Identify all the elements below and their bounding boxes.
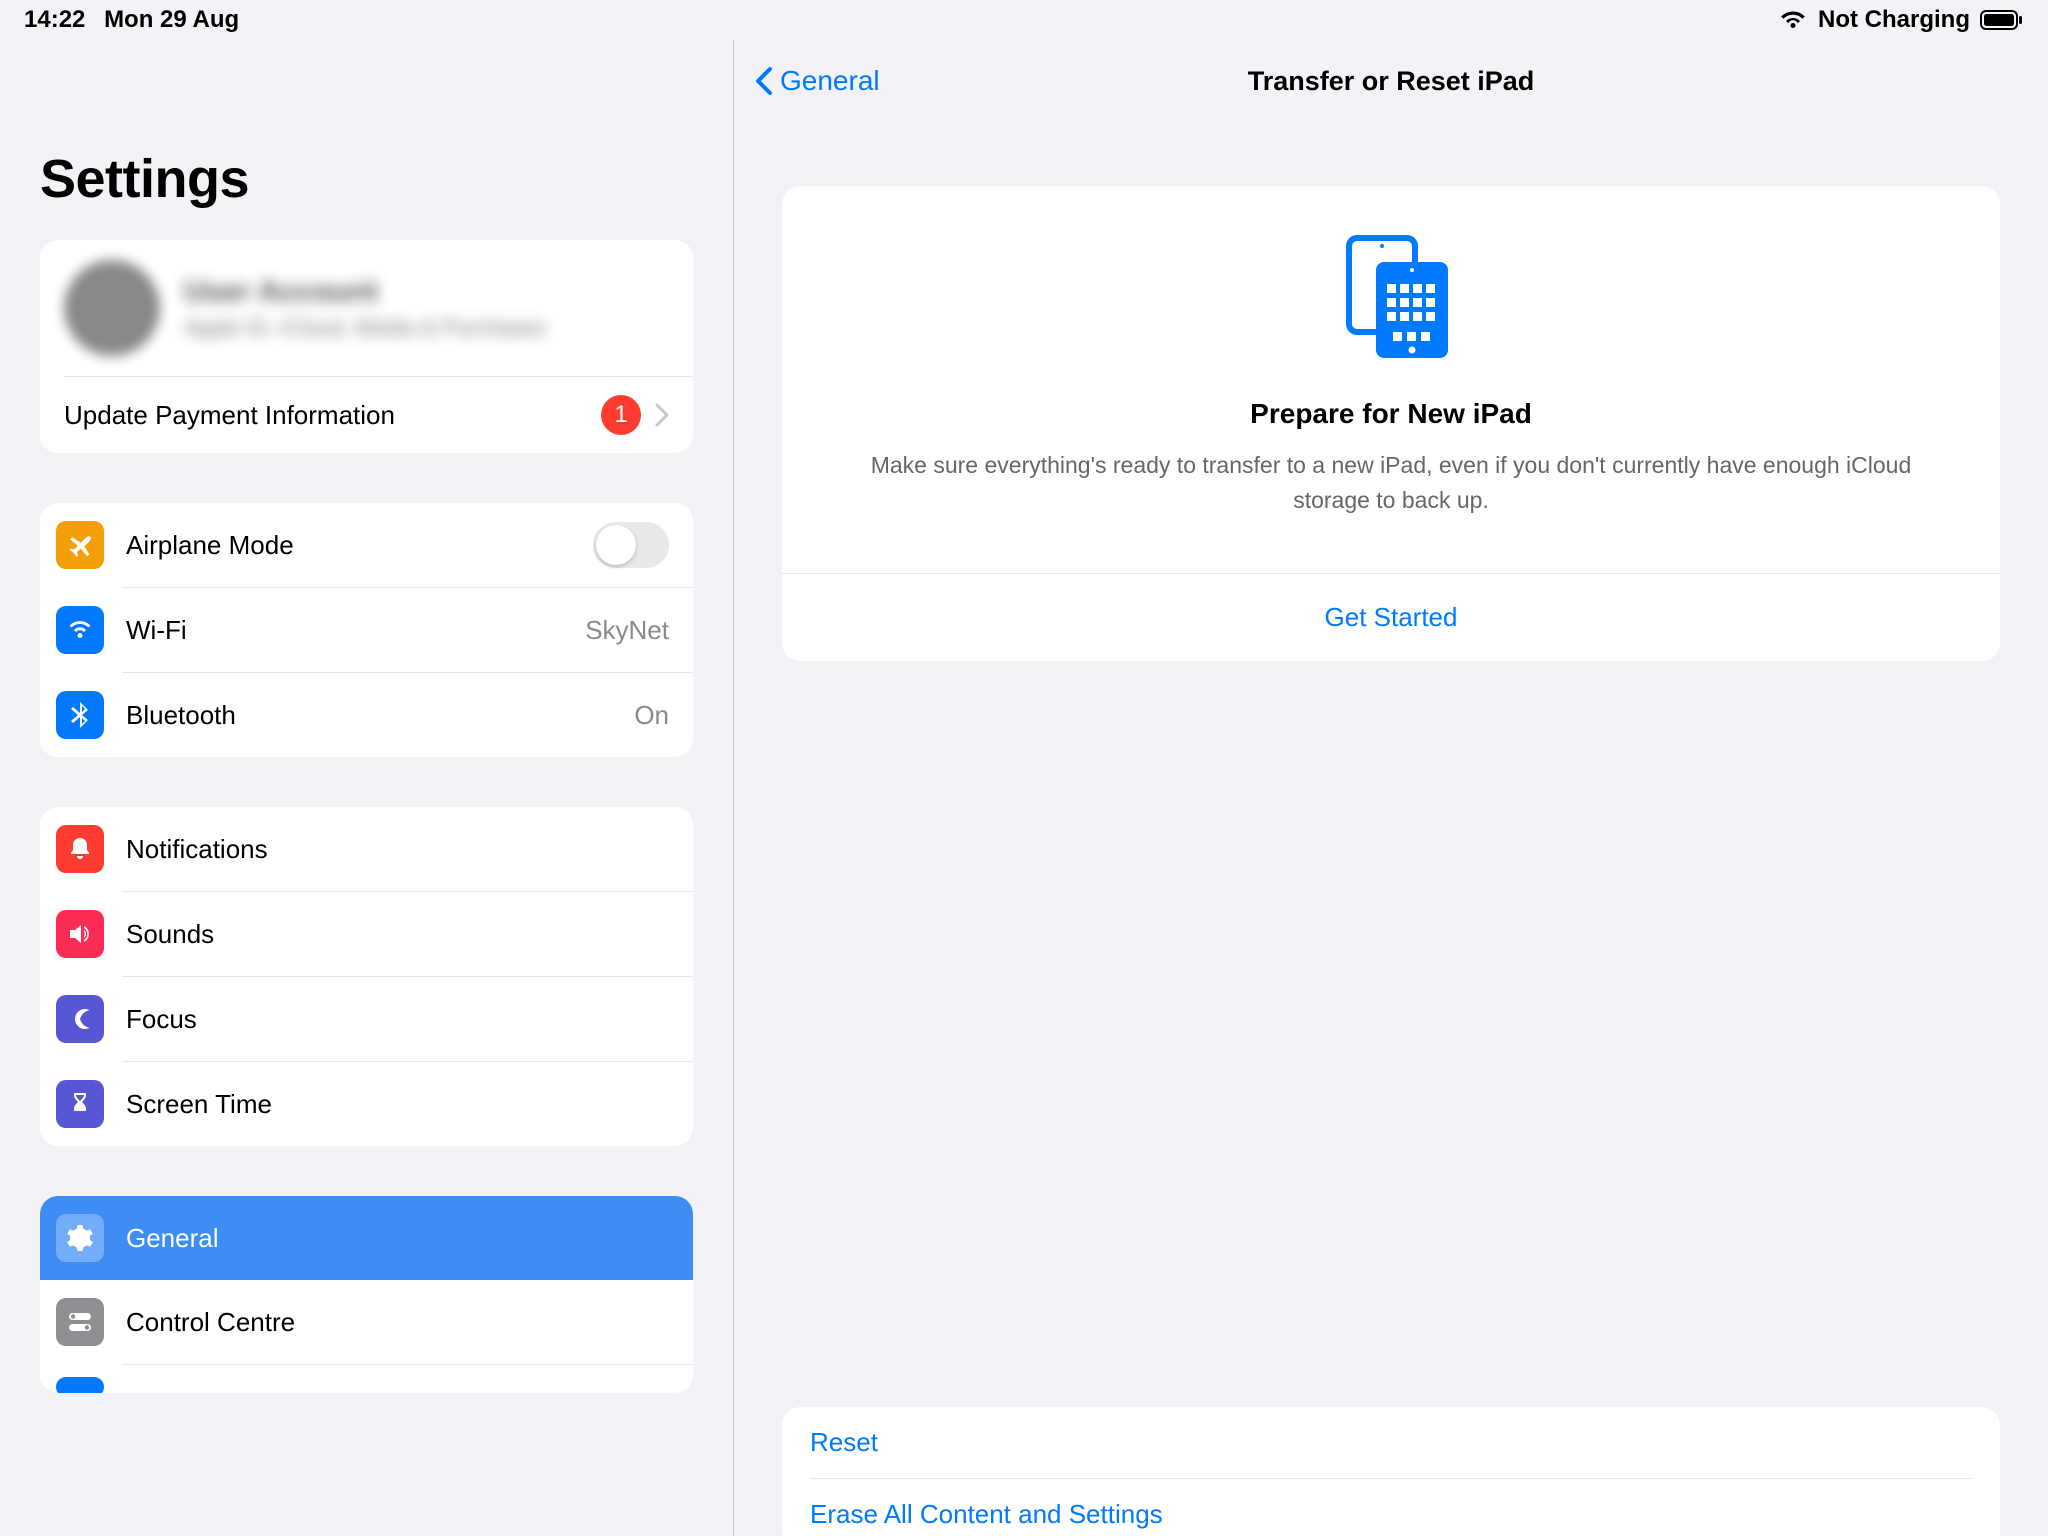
general-label: General xyxy=(126,1223,669,1254)
display-row-partial[interactable] xyxy=(40,1365,693,1393)
reset-button[interactable]: Reset xyxy=(782,1407,2000,1478)
profile-group: User Account Apple ID, iCloud, Media & P… xyxy=(40,240,693,453)
settings-title: Settings xyxy=(40,148,693,210)
bluetooth-value: On xyxy=(634,700,669,731)
detail-pane: General Transfer or Reset iPad xyxy=(734,40,2048,1536)
battery-icon xyxy=(1980,9,2024,31)
update-payment-label: Update Payment Information xyxy=(64,400,601,431)
reset-group: Reset Erase All Content and Settings xyxy=(782,1407,2000,1536)
display-icon xyxy=(56,1377,104,1393)
chevron-left-icon xyxy=(754,65,774,97)
screentime-label: Screen Time xyxy=(126,1089,669,1120)
status-battery-text: Not Charging xyxy=(1818,6,1970,34)
badge: 1 xyxy=(601,395,641,435)
avatar xyxy=(64,260,160,356)
screentime-row[interactable]: Screen Time xyxy=(40,1062,693,1146)
connectivity-group: Airplane Mode Wi-Fi SkyNet Bluetooth On xyxy=(40,503,693,757)
general-row[interactable]: General xyxy=(40,1196,693,1280)
airplane-toggle[interactable] xyxy=(593,522,669,568)
prepare-card: Prepare for New iPad Make sure everythin… xyxy=(782,186,2000,661)
airplane-icon xyxy=(56,521,104,569)
back-label: General xyxy=(780,65,880,97)
status-date: Mon 29 Aug xyxy=(104,6,239,33)
profile-subtitle: Apple ID, iCloud, Media & Purchases xyxy=(184,315,546,341)
wifi-icon xyxy=(1778,9,1808,31)
hourglass-icon xyxy=(56,1080,104,1128)
bluetooth-icon xyxy=(56,691,104,739)
back-button[interactable]: General xyxy=(734,65,880,97)
toggles-icon xyxy=(56,1298,104,1346)
erase-all-button[interactable]: Erase All Content and Settings xyxy=(782,1479,2000,1536)
apple-id-row[interactable]: User Account Apple ID, iCloud, Media & P… xyxy=(40,240,693,376)
controlcentre-row[interactable]: Control Centre xyxy=(40,1280,693,1364)
general-group: General Control Centre xyxy=(40,1196,693,1393)
controlcentre-label: Control Centre xyxy=(126,1307,669,1338)
wifi-value: SkyNet xyxy=(585,615,669,646)
bluetooth-row[interactable]: Bluetooth On xyxy=(40,673,693,757)
nav-header: General Transfer or Reset iPad xyxy=(734,46,2048,116)
bell-icon xyxy=(56,825,104,873)
airplane-mode-label: Airplane Mode xyxy=(126,530,593,561)
notifications-label: Notifications xyxy=(126,834,669,865)
chevron-right-icon xyxy=(655,403,669,427)
card-heading: Prepare for New iPad xyxy=(822,398,1960,430)
update-payment-row[interactable]: Update Payment Information 1 xyxy=(40,377,693,453)
bluetooth-label: Bluetooth xyxy=(126,700,634,731)
airplane-mode-row[interactable]: Airplane Mode xyxy=(40,503,693,587)
gear-icon xyxy=(56,1214,104,1262)
speaker-icon xyxy=(56,910,104,958)
two-ipads-icon xyxy=(822,226,1960,366)
sounds-row[interactable]: Sounds xyxy=(40,892,693,976)
moon-icon xyxy=(56,995,104,1043)
focus-label: Focus xyxy=(126,1004,669,1035)
wifi-row[interactable]: Wi-Fi SkyNet xyxy=(40,588,693,672)
page-title: Transfer or Reset iPad xyxy=(734,66,2048,97)
profile-name: User Account xyxy=(184,275,546,309)
wifi-settings-icon xyxy=(56,606,104,654)
get-started-button[interactable]: Get Started xyxy=(782,573,2000,661)
sounds-label: Sounds xyxy=(126,919,669,950)
alerts-group: Notifications Sounds Focus xyxy=(40,807,693,1146)
focus-row[interactable]: Focus xyxy=(40,977,693,1061)
notifications-row[interactable]: Notifications xyxy=(40,807,693,891)
card-body: Make sure everything's ready to transfer… xyxy=(822,448,1960,517)
status-time: 14:22 xyxy=(24,6,85,33)
settings-sidebar: Settings User Account Apple ID, iCloud, … xyxy=(0,40,734,1536)
wifi-label: Wi-Fi xyxy=(126,615,585,646)
status-bar: 14:22 Mon 29 Aug Not Charging xyxy=(0,0,2048,40)
